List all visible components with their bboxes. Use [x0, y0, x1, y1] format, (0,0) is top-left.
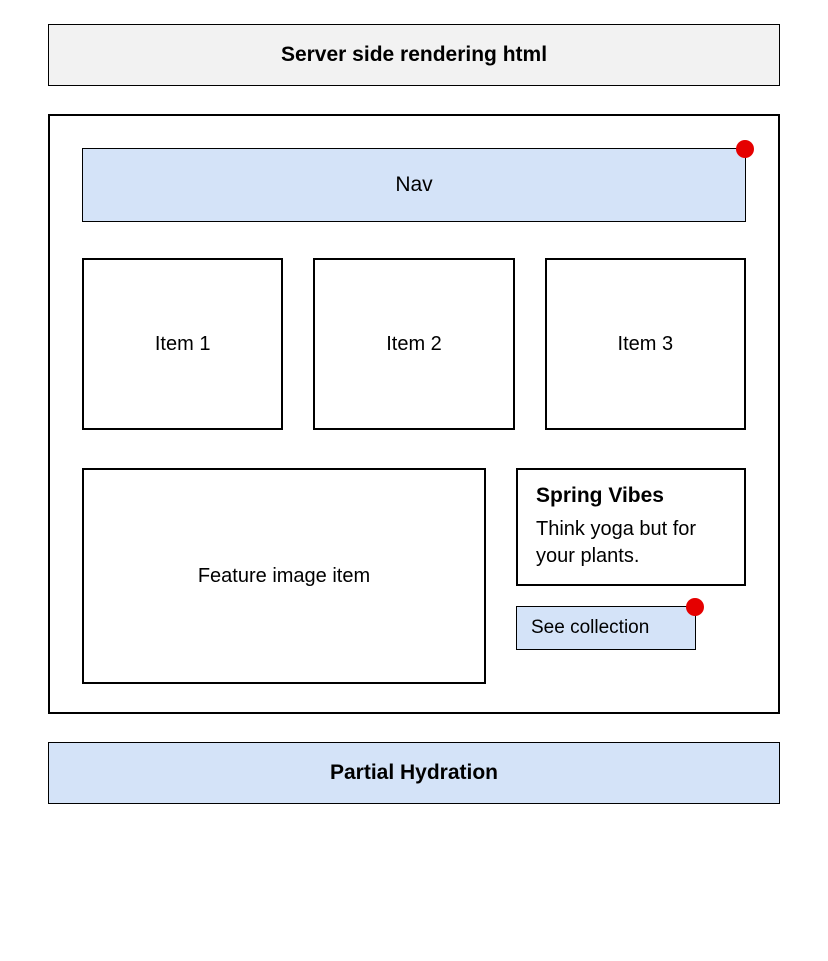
feature-right-column: Spring Vibes Think yoga but for your pla… [516, 468, 746, 684]
nav-bar[interactable]: Nav [82, 148, 746, 222]
hydration-dot-icon [736, 140, 754, 158]
partial-hydration-banner: Partial Hydration [48, 742, 780, 804]
items-row: Item 1 Item 2 Item 3 [82, 258, 746, 430]
feature-image-item: Feature image item [82, 468, 486, 684]
item-box-3: Item 3 [545, 258, 746, 430]
nav-label: Nav [395, 173, 432, 196]
promo-title: Spring Vibes [536, 484, 726, 508]
partial-hydration-label: Partial Hydration [330, 761, 498, 784]
item-box-1: Item 1 [82, 258, 283, 430]
see-collection-label: See collection [531, 617, 649, 638]
server-render-banner-label: Server side rendering html [281, 43, 547, 66]
main-frame: Nav Item 1 Item 2 Item 3 Feature image i… [48, 114, 780, 714]
promo-text: Think yoga but for your plants. [536, 516, 726, 570]
item-box-2: Item 2 [313, 258, 514, 430]
see-collection-button[interactable]: See collection [516, 606, 696, 650]
feature-row: Feature image item Spring Vibes Think yo… [82, 468, 746, 684]
promo-box: Spring Vibes Think yoga but for your pla… [516, 468, 746, 586]
item-label: Item 1 [155, 333, 211, 356]
server-render-banner: Server side rendering html [48, 24, 780, 86]
hydration-dot-icon [686, 598, 704, 616]
feature-image-label: Feature image item [198, 565, 370, 588]
item-label: Item 3 [618, 333, 674, 356]
item-label: Item 2 [386, 333, 442, 356]
